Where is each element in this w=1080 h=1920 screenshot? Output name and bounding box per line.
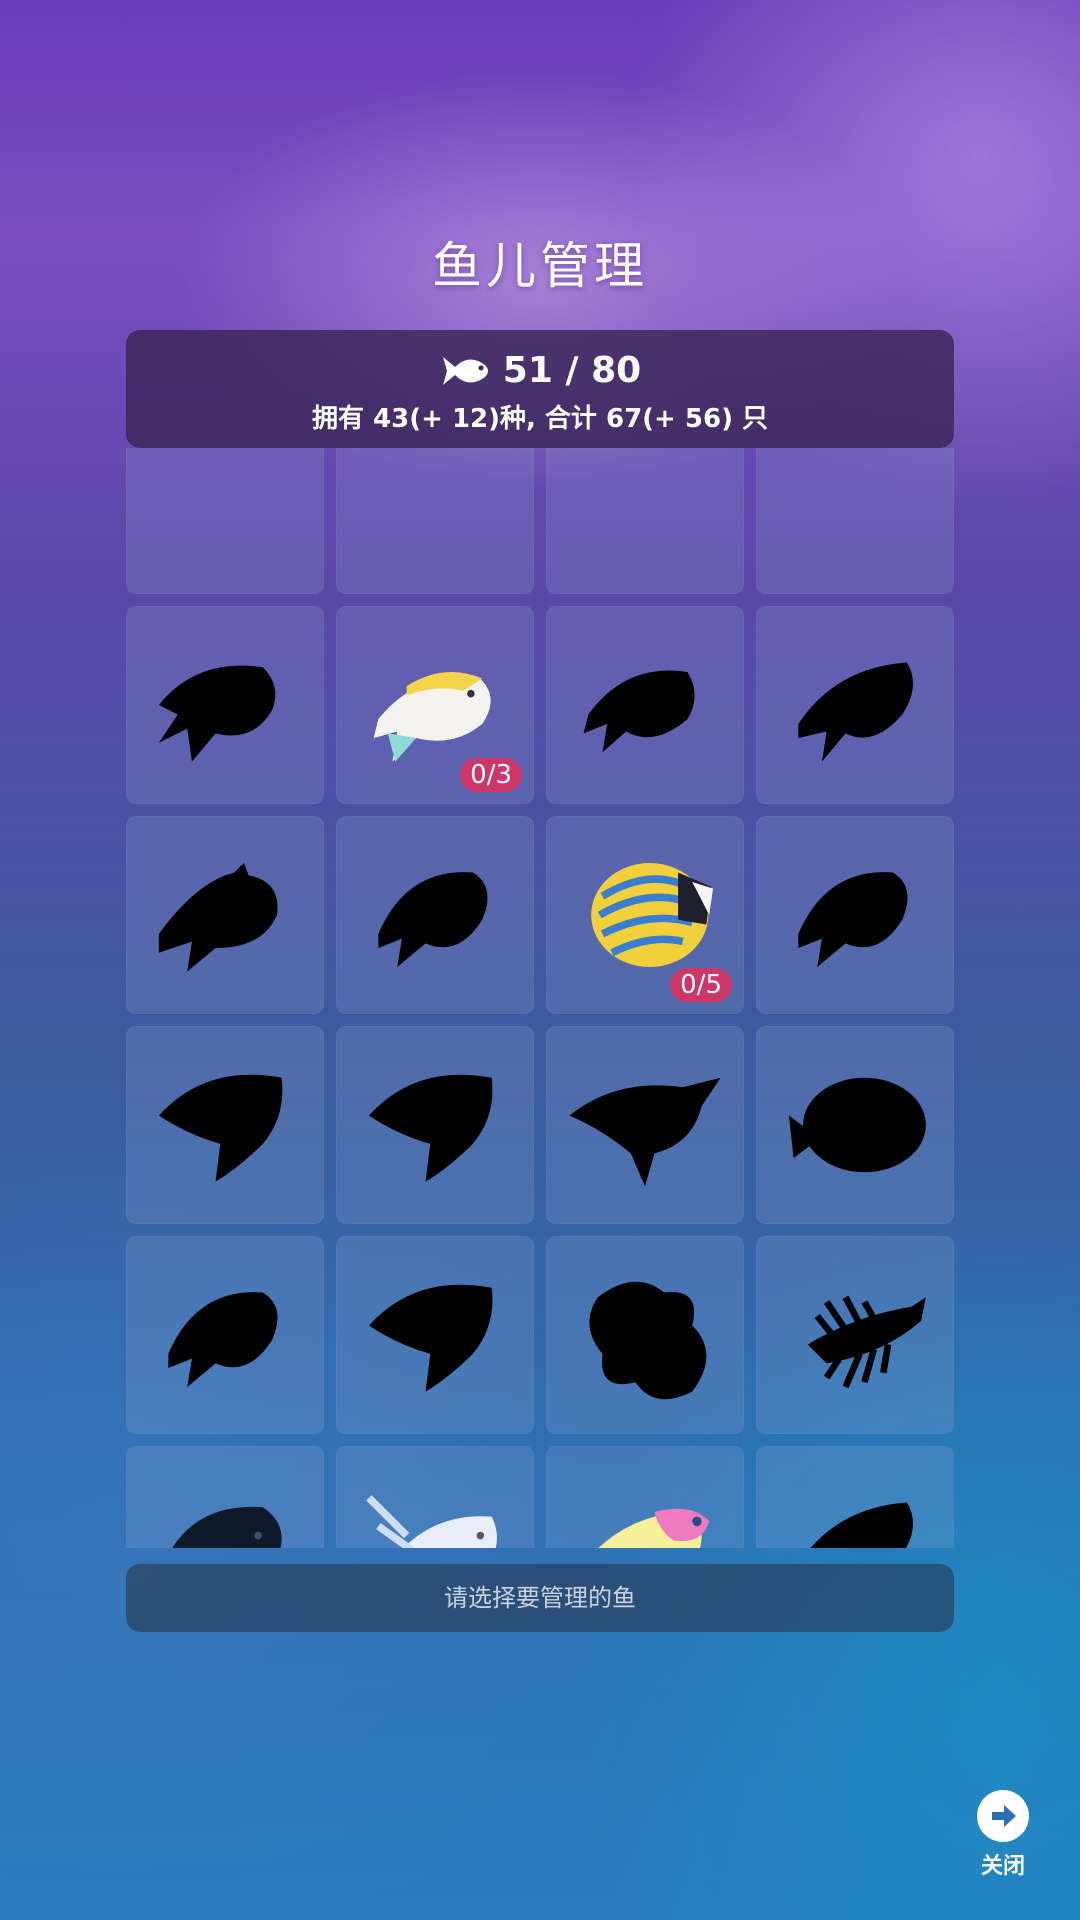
fish-count-row: 51 / 80	[126, 350, 954, 391]
fish-card-locked[interactable]	[126, 448, 324, 594]
fish-card-locked[interactable]	[126, 1236, 324, 1434]
crystal-fish-icon	[366, 1495, 497, 1548]
close-label: 关闭	[980, 1854, 1025, 1879]
angelfish-silhouette-icon	[368, 1074, 493, 1182]
fish-card-locked[interactable]	[756, 606, 954, 804]
fish-stats: 拥有 43(+ 12)种, 合计 67(+ 56) 只	[311, 404, 769, 434]
fish-card-locked[interactable]	[756, 1026, 954, 1224]
fish-card-locked[interactable]	[336, 1236, 534, 1434]
manage-hint-bar: 请选择要管理的鱼	[126, 1564, 954, 1632]
dark-blue-fish-silhouette-icon	[172, 1506, 282, 1548]
fish-a-silhouette-icon	[158, 665, 276, 762]
fish-card-locked[interactable]	[336, 1026, 534, 1224]
angelfish-silhouette-icon	[368, 1284, 493, 1392]
fish-card-locked[interactable]	[336, 816, 534, 1014]
long-fin-fish-silhouette-icon	[569, 1077, 721, 1187]
pink-yellow-fish-icon	[598, 1508, 710, 1548]
fish-card-locked[interactable]	[126, 816, 324, 1014]
fish-c-silhouette-icon	[810, 1502, 913, 1548]
fish-card-locked[interactable]	[756, 816, 954, 1014]
oval-fish-silhouette-icon	[788, 1077, 926, 1173]
fish-count-panel: 51 / 80 拥有 43(+ 12)种, 合计 67(+ 56) 只	[126, 330, 954, 448]
fish-card-locked[interactable]	[336, 448, 534, 594]
fish-card-locked[interactable]	[546, 1236, 744, 1434]
angelfish-silhouette-icon	[158, 1074, 283, 1182]
page-title: 鱼儿管理	[432, 237, 648, 295]
fish-card-locked[interactable]	[126, 606, 324, 804]
fish-grid-viewport[interactable]: 0/3 0/5 35/390/1	[126, 448, 954, 1548]
owned-count-badge: 0/5	[670, 968, 732, 1002]
fish-card-locked[interactable]	[546, 606, 744, 804]
spiky-fish-silhouette-icon	[158, 863, 278, 972]
fish-grid: 0/3 0/5 35/390/1	[126, 448, 954, 1548]
fish-card-crystal-fish[interactable]: 35/39	[336, 1446, 534, 1548]
round-fish-silhouette-icon	[168, 1292, 278, 1387]
round-fish-silhouette-icon	[798, 872, 908, 967]
fish-card-locked[interactable]	[546, 1026, 744, 1224]
fish-card-locked[interactable]	[126, 1446, 324, 1548]
fish-b-silhouette-icon	[583, 670, 695, 753]
fish-card-locked[interactable]	[756, 1446, 954, 1548]
round-fish-silhouette-icon	[378, 872, 488, 967]
fish-card-yellow-white-fish[interactable]: 0/3	[336, 606, 534, 804]
fish-card-pink-yellow-fish[interactable]: 0/1	[546, 1446, 744, 1548]
fish-card-locked[interactable]	[756, 448, 954, 594]
fish-count: 51 / 80	[502, 350, 642, 391]
blob-fish-silhouette-icon	[589, 1281, 707, 1400]
fish-c-silhouette-icon	[798, 662, 914, 762]
owned-count-badge: 0/3	[460, 758, 522, 792]
fish-card-yellow-blue-striped-fish[interactable]: 0/5	[546, 816, 744, 1014]
fish-card-locked[interactable]	[756, 1236, 954, 1434]
close-button[interactable]: 关闭	[958, 1790, 1048, 1880]
arrow-right-icon	[977, 1790, 1029, 1842]
leafy-fish-silhouette-icon	[807, 1295, 926, 1389]
fish-icon	[442, 356, 488, 385]
fish-card-locked[interactable]	[126, 1026, 324, 1224]
fish-card-locked[interactable]	[546, 448, 744, 594]
